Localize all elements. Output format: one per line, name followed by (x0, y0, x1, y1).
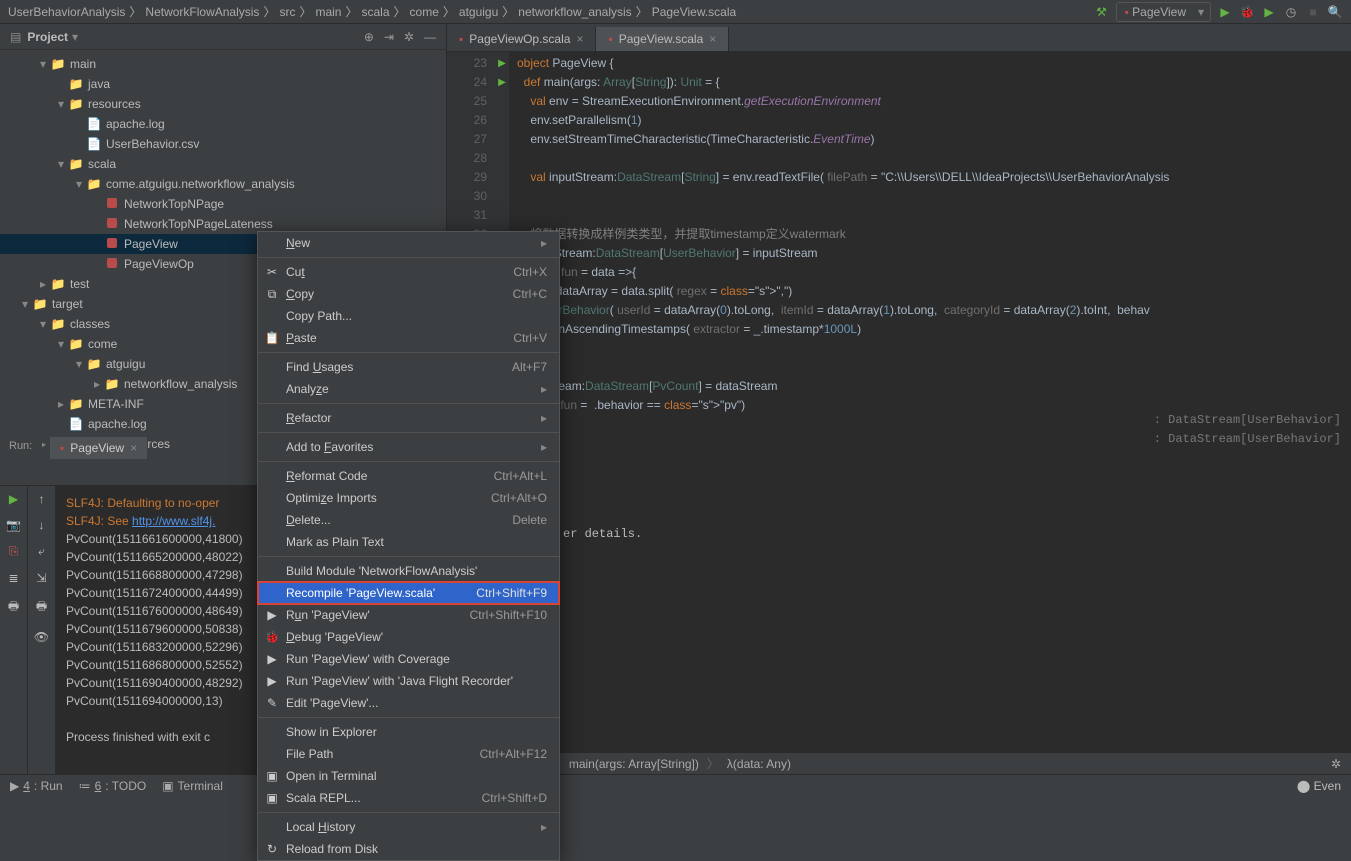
close-icon[interactable]: × (709, 32, 716, 46)
menu-item[interactable]: Find UsagesAlt+F7 (258, 356, 559, 378)
gear-icon[interactable]: ✲ (1331, 757, 1341, 771)
run-tab[interactable]: ▪ PageView × (50, 437, 147, 459)
editor-breadcrumb: PageView〉 main(args: Array[String])〉 λ(d… (447, 752, 1351, 774)
tree-node[interactable]: NetworkTopNPage (0, 194, 446, 214)
menu-item[interactable]: Copy Path... (258, 305, 559, 327)
tree-node[interactable]: 📁java (0, 74, 446, 94)
tree-node[interactable]: 📄apache.log (0, 114, 446, 134)
scala-icon: ▪ (60, 441, 64, 455)
sb-run[interactable]: ▶ 4: Run (10, 779, 63, 793)
console-fragment: er details. (563, 527, 642, 541)
tree-node[interactable]: ▾📁scala (0, 154, 446, 174)
down-icon[interactable]: ↓ (39, 518, 45, 532)
close-icon[interactable]: × (130, 441, 137, 455)
menu-item[interactable]: ⧉CopyCtrl+C (258, 283, 559, 305)
layout-icon[interactable]: ≣ (8, 571, 18, 585)
menu-item[interactable]: New▸ (258, 232, 559, 254)
sb-events[interactable]: ⬤ Even (1297, 779, 1341, 793)
profile-icon[interactable]: ◷ (1283, 4, 1299, 20)
editor-tab-active[interactable]: ▪PageView.scala× (596, 27, 729, 51)
menu-item[interactable]: ↻Reload from Disk (258, 838, 559, 860)
menu-item[interactable]: Optimize ImportsCtrl+Alt+O (258, 487, 559, 509)
menu-item[interactable]: 🐞Debug 'PageView' (258, 626, 559, 648)
wrap-icon[interactable]: ⤶ (38, 544, 45, 559)
stop-icon[interactable]: 📷 (6, 518, 21, 532)
menu-item[interactable]: Delete...Delete (258, 509, 559, 531)
sb-terminal[interactable]: ▣ Terminal (162, 779, 223, 793)
menu-item[interactable]: Analyze▸ (258, 378, 559, 400)
stop-icon[interactable]: ■ (1305, 4, 1321, 20)
run-icon[interactable]: ▶ (1217, 4, 1233, 20)
scroll-icon[interactable]: ⇲ (36, 571, 46, 585)
sb-todo[interactable]: ≔ 6: TODO (79, 779, 147, 793)
tree-node[interactable]: ▾📁come.atguigu.networkflow_analysis (0, 174, 446, 194)
rerun-icon[interactable]: ▶ (9, 492, 18, 506)
menu-item[interactable]: Reformat CodeCtrl+Alt+L (258, 465, 559, 487)
type-hint: : DataStream[UserBehavior] (1154, 413, 1341, 427)
menu-item[interactable]: ▣Open in Terminal (258, 765, 559, 787)
up-icon[interactable]: ↑ (39, 492, 45, 506)
status-bar: ▶ 4: Run ≔ 6: TODO ▣ Terminal ⬤ Even (0, 774, 1351, 796)
tree-node[interactable]: 📄UserBehavior.csv (0, 134, 446, 154)
debug-icon[interactable]: 🐞 (1239, 4, 1255, 20)
run-tool-label: Run: (0, 436, 42, 456)
tree-node[interactable]: ▾📁main (0, 54, 446, 74)
search-icon[interactable]: 🔍 (1327, 4, 1343, 20)
menu-item[interactable]: Refactor▸ (258, 407, 559, 429)
menu-item[interactable]: File PathCtrl+Alt+F12 (258, 743, 559, 765)
menu-item[interactable]: ▶Run 'PageView' with Coverage (258, 648, 559, 670)
menu-item[interactable]: Add to Favorites▸ (258, 436, 559, 458)
project-tool-icon: ▤ (10, 30, 21, 44)
pin-icon[interactable]: 🖶 (8, 597, 19, 618)
hide-icon[interactable]: — (424, 30, 436, 44)
chevron-down-icon[interactable]: ▾ (72, 30, 78, 44)
locate-icon[interactable]: ⊕ (364, 30, 374, 44)
menu-item[interactable]: ✎Edit 'PageView'... (258, 692, 559, 714)
project-tool-header: ▤ Project ▾ ⊕ ⇥ ✲ — (0, 24, 446, 50)
run-config-select[interactable]: ▪ PageView (1116, 2, 1211, 22)
chevron-right-icon: 〉 (129, 3, 141, 20)
menu-item[interactable]: Recompile 'PageView.scala'Ctrl+Shift+F9 (258, 582, 559, 604)
project-title: Project (27, 30, 68, 44)
menu-item[interactable]: ✂CutCtrl+X (258, 261, 559, 283)
code-editor[interactable]: object PageView { def main(args: Array[S… (509, 52, 1351, 752)
tree-node[interactable]: ▾📁resources (0, 94, 446, 114)
close-icon[interactable]: × (576, 32, 583, 46)
editor-tabs: ▪PageViewOp.scala× ▪PageView.scala× (447, 24, 1351, 52)
menu-item[interactable]: ▶Run 'PageView' with 'Java Flight Record… (258, 670, 559, 692)
menu-item[interactable]: ▣Scala REPL...Ctrl+Shift+D (258, 787, 559, 809)
type-hint: : DataStream[UserBehavior] (1154, 432, 1341, 446)
menu-item[interactable]: Show in Explorer (258, 721, 559, 743)
clear-icon[interactable]: 👁 (34, 630, 49, 644)
collapse-icon[interactable]: ⇥ (384, 30, 394, 44)
menu-item[interactable]: ▶Run 'PageView'Ctrl+Shift+F10 (258, 604, 559, 626)
menu-item[interactable]: Local History▸ (258, 816, 559, 838)
context-menu[interactable]: New▸ ✂CutCtrl+X⧉CopyCtrl+CCopy Path...📋Pa… (257, 231, 560, 861)
nav-breadcrumb: UserBehaviorAnalysis〉 NetworkFlowAnalysi… (0, 0, 1351, 24)
print-icon[interactable]: 🖶 (36, 597, 47, 618)
gear-icon[interactable]: ✲ (404, 30, 414, 44)
build-icon[interactable]: ⚒ (1094, 4, 1110, 20)
scala-icon: ▪ (459, 32, 463, 46)
exit-icon[interactable]: ⎘ (9, 544, 19, 559)
coverage-icon[interactable]: ▶ (1261, 4, 1277, 20)
menu-item[interactable]: 📋PasteCtrl+V (258, 327, 559, 349)
bc-root[interactable]: UserBehaviorAnalysis (8, 5, 125, 19)
scala-icon: ▪ (608, 32, 612, 46)
run-gutter-left: ▶ 📷 ⎘ ≣ 🖶 (0, 486, 28, 774)
editor-tab[interactable]: ▪PageViewOp.scala× (447, 27, 596, 51)
menu-item[interactable]: Build Module 'NetworkFlowAnalysis' (258, 560, 559, 582)
menu-item[interactable]: Mark as Plain Text (258, 531, 559, 553)
run-gutter-right: ↑ ↓ ⤶ ⇲ 🖶 👁 (28, 486, 56, 774)
